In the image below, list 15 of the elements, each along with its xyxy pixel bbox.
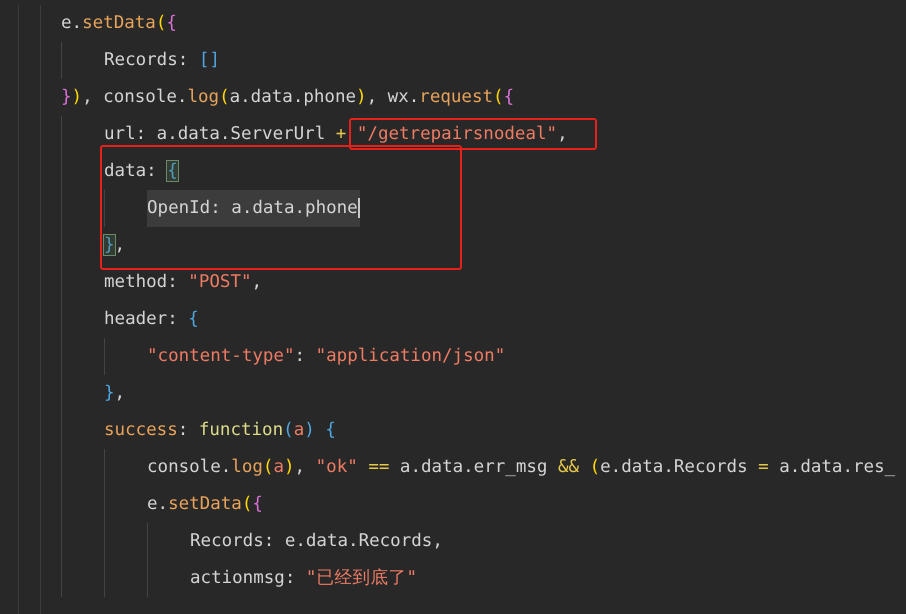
- code-line: url: a.data.ServerUrl + "/getrepairsnodeal",: [104, 123, 568, 146]
- code-line: },: [104, 382, 126, 405]
- code-line: data: {: [104, 160, 178, 183]
- code-line: Records: []: [104, 49, 220, 72]
- code-line: method: "POST",: [104, 271, 262, 294]
- code-line: },: [104, 234, 126, 257]
- code-line: actionmsg: "已经到底了": [190, 567, 417, 590]
- code-line: header: {: [104, 308, 199, 331]
- code-line: console.log(a), "ok" == a.data.err_msg && (e.data.Records = a.data.res_: [147, 456, 896, 479]
- code-line: e.setData({: [147, 493, 263, 516]
- code-line: Records: e.data.Records,: [190, 530, 443, 553]
- code-line: "content-type": "application/json": [147, 345, 506, 368]
- code-line: success: function(a) {: [104, 419, 336, 442]
- code-line: e.setData({: [61, 12, 177, 35]
- code-line: }), console.log(a.data.phone), wx.request({: [61, 86, 514, 109]
